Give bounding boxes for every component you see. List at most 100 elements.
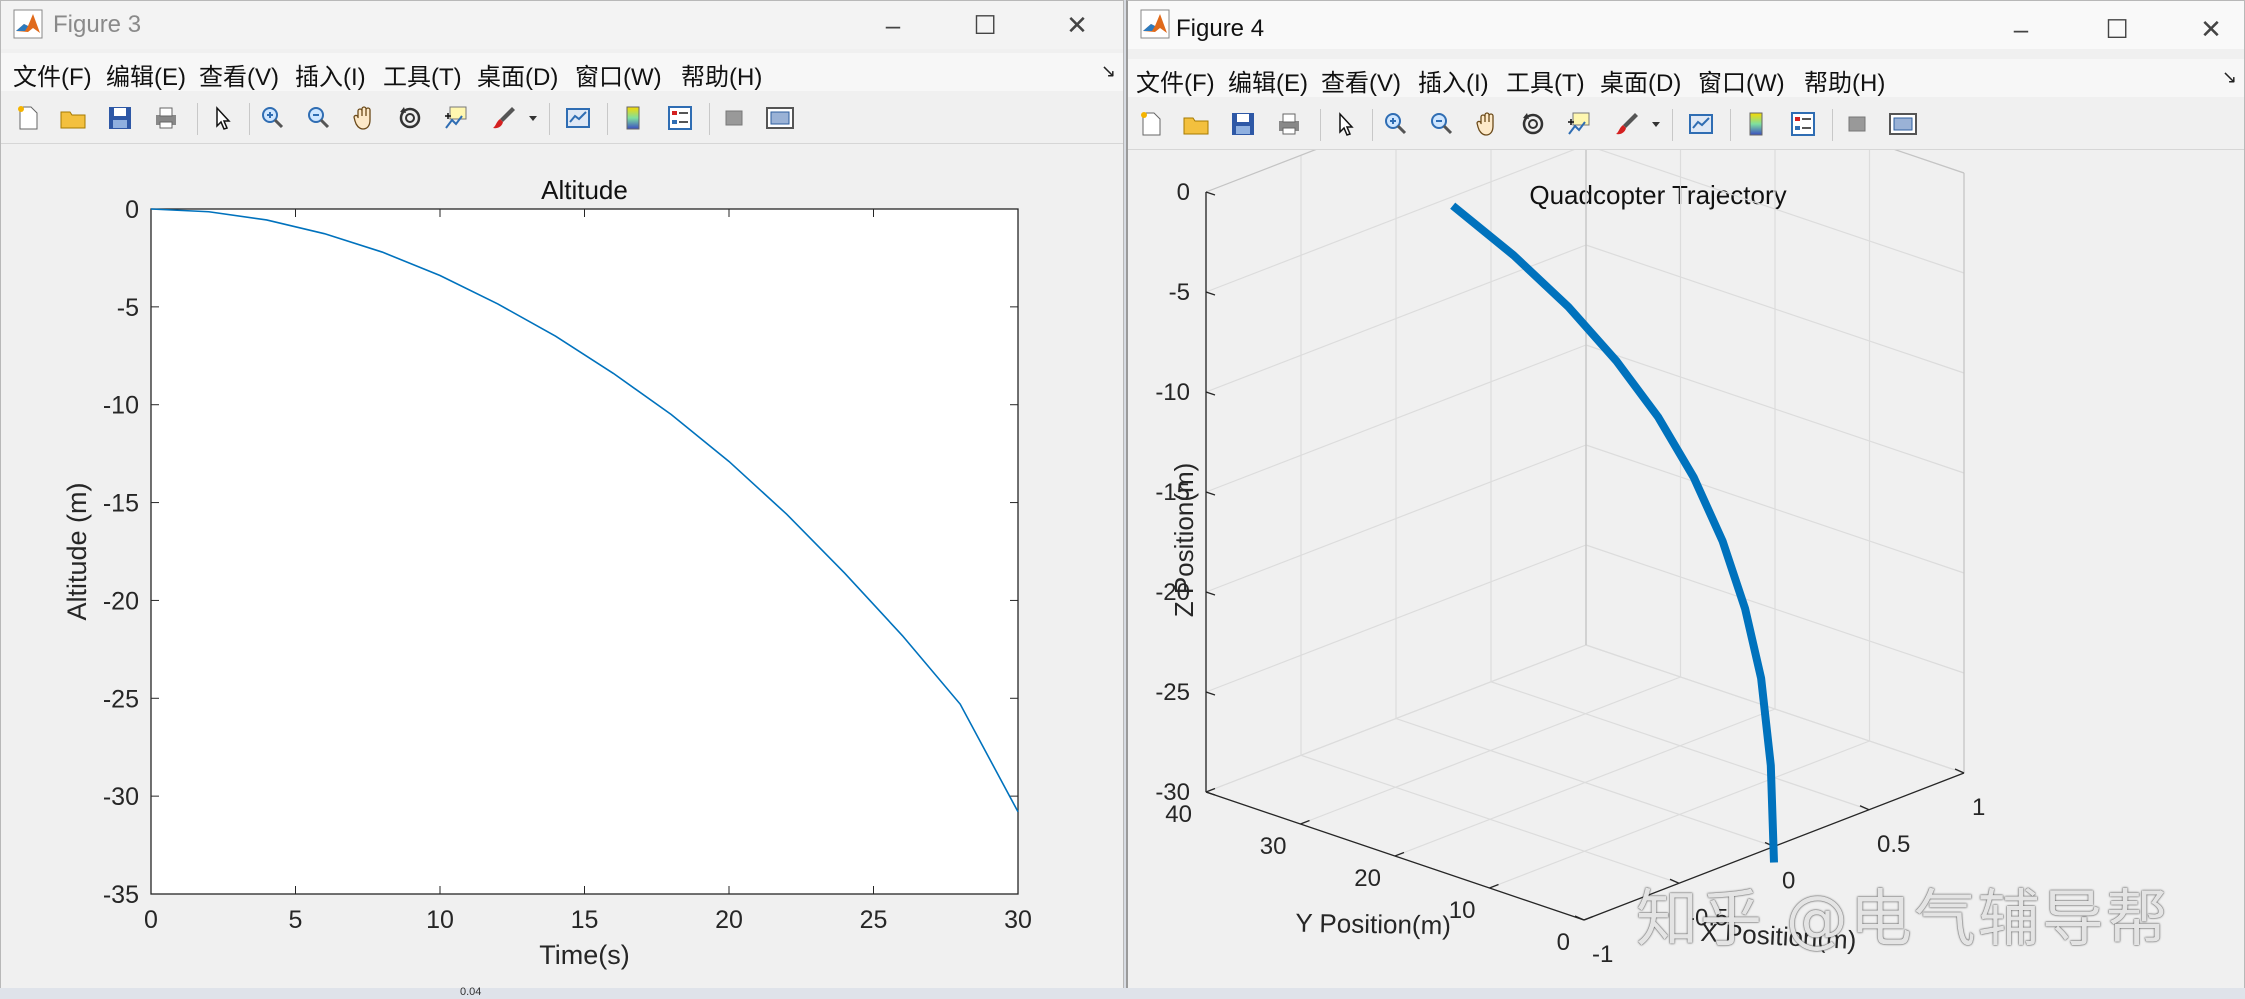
save-button[interactable]: [103, 101, 137, 135]
menu-tools[interactable]: 工具(T): [1506, 63, 1585, 98]
colorbar-button[interactable]: [1739, 107, 1773, 141]
dock-arrow-icon[interactable]: ↘: [2222, 67, 2237, 88]
menu-help[interactable]: 帮助(H): [1804, 63, 1885, 98]
dropdown-arrow-icon: [527, 112, 539, 124]
z-axis-label: Z Position(m): [1169, 463, 1199, 618]
plot-area: Quadcopter Trajectory-1-0.500.5101020304…: [1128, 150, 2244, 989]
minimize-button[interactable]: –: [866, 7, 920, 43]
hide-tools-icon: [720, 104, 748, 132]
y-axis-label: Y Position(m): [1295, 908, 1451, 941]
menu-help[interactable]: 帮助(H): [681, 57, 762, 92]
print-button[interactable]: [1272, 107, 1306, 141]
edit-plot-button[interactable]: [1328, 107, 1362, 141]
legend-icon: [1789, 110, 1817, 138]
brush-dropdown-button[interactable]: [525, 101, 541, 135]
dropdown-arrow-icon: [1650, 118, 1662, 130]
y-tick-label: -20: [103, 587, 139, 615]
maximize-button[interactable]: ☐: [958, 7, 1012, 43]
y-tick-label: -10: [103, 392, 139, 420]
brush-button[interactable]: [487, 101, 521, 135]
menu-insert[interactable]: 插入(I): [295, 57, 366, 92]
zoom-in-button[interactable]: [255, 101, 289, 135]
link-plot-button[interactable]: [1684, 107, 1718, 141]
show-plot-tools-button[interactable]: [763, 101, 797, 135]
menu-desktop[interactable]: 桌面(D): [1600, 63, 1681, 98]
legend-button[interactable]: [663, 101, 697, 135]
z-tick: [1206, 292, 1215, 295]
data-cursor-button[interactable]: [439, 101, 473, 135]
brush-icon: [490, 104, 518, 132]
grid-line: [1301, 677, 1681, 824]
new-figure-button[interactable]: [1134, 107, 1168, 141]
background-fragment-text: 0.04: [460, 986, 481, 998]
figure-4-window: Figure 4 – ☐ ✕ 文件(F) 编辑(E) 查看(V) 插入(I) 工…: [1126, 0, 2245, 990]
menu-window[interactable]: 窗口(W): [575, 57, 662, 92]
menu-file[interactable]: 文件(F): [1136, 63, 1215, 98]
print-button[interactable]: [149, 101, 183, 135]
menu-bar: 文件(F) 编辑(E) 查看(V) 插入(I) 工具(T) 桌面(D) 窗口(W…: [1, 53, 1123, 91]
rotate-3d-button[interactable]: [1516, 107, 1550, 141]
y-tick-label: 20: [1354, 865, 1381, 892]
title-bar[interactable]: Figure 3 – ☐ ✕: [1, 1, 1123, 49]
y-tick: [1206, 789, 1215, 793]
menu-edit[interactable]: 编辑(E): [1228, 63, 1308, 98]
trajectory-line: [1453, 206, 1774, 863]
x-tick-label: 5: [289, 906, 303, 934]
rotate-3d-button[interactable]: [393, 101, 427, 135]
menu-window[interactable]: 窗口(W): [1698, 63, 1785, 98]
data-tip-icon: [1565, 110, 1593, 138]
y-tick-label: 0: [125, 196, 139, 224]
y-tick: [1301, 821, 1310, 825]
x-tick-label: 0: [144, 906, 158, 934]
brush-button[interactable]: [1610, 107, 1644, 141]
save-button[interactable]: [1226, 107, 1260, 141]
grid-line: [1490, 741, 1870, 888]
brush-dropdown-button[interactable]: [1648, 107, 1664, 141]
new-figure-button[interactable]: [11, 101, 45, 135]
menu-view[interactable]: 查看(V): [1321, 63, 1401, 98]
show-plot-tools-button[interactable]: [1886, 107, 1920, 141]
toolbar: [1128, 99, 2244, 150]
zoom-out-button[interactable]: [1424, 107, 1458, 141]
data-cursor-button[interactable]: [1562, 107, 1596, 141]
pan-button[interactable]: [1470, 107, 1504, 141]
trajectory-3d-chart[interactable]: Quadcopter Trajectory-1-0.500.5101020304…: [1128, 150, 2245, 990]
watermark-text: 知乎 @电气辅导帮: [1636, 868, 2170, 958]
edit-plot-button[interactable]: [205, 101, 239, 135]
new-file-icon: [1137, 110, 1165, 138]
menu-edit[interactable]: 编辑(E): [106, 57, 186, 92]
menu-view[interactable]: 查看(V): [199, 57, 279, 92]
pan-button[interactable]: [347, 101, 381, 135]
open-file-button[interactable]: [56, 101, 90, 135]
link-plot-button[interactable]: [561, 101, 595, 135]
toolbar-separator: [249, 103, 250, 135]
dock-arrow-icon[interactable]: ↘: [1101, 61, 1116, 82]
colorbar-button[interactable]: [616, 101, 650, 135]
menu-desktop[interactable]: 桌面(D): [477, 57, 558, 92]
hide-plot-tools-button[interactable]: [717, 101, 751, 135]
menu-tools[interactable]: 工具(T): [383, 57, 462, 92]
menu-file[interactable]: 文件(F): [13, 57, 92, 92]
print-icon: [152, 104, 180, 132]
rotate-icon: [396, 104, 424, 132]
zoom-in-button[interactable]: [1378, 107, 1412, 141]
zoom-out-button[interactable]: [301, 101, 335, 135]
menu-insert[interactable]: 插入(I): [1418, 63, 1489, 98]
toolbar-separator: [1730, 109, 1731, 141]
window-title: Figure 3: [53, 11, 141, 39]
chart-title: Altitude: [541, 175, 628, 205]
x-tick-label: 30: [1004, 906, 1032, 934]
title-bar[interactable]: Figure 4 – ☐ ✕: [1128, 1, 2244, 49]
close-button[interactable]: ✕: [2184, 11, 2238, 47]
close-button[interactable]: ✕: [1050, 7, 1104, 43]
legend-button[interactable]: [1786, 107, 1820, 141]
toolbar-separator: [197, 103, 198, 135]
altitude-chart[interactable]: 0510152025300-5-10-15-20-25-30-35Altitud…: [1, 144, 1123, 990]
hide-plot-tools-button[interactable]: [1840, 107, 1874, 141]
maximize-button[interactable]: ☐: [2090, 11, 2144, 47]
open-file-button[interactable]: [1179, 107, 1213, 141]
matlab-icon: [13, 9, 43, 39]
minimize-button[interactable]: –: [1994, 11, 2048, 47]
figure-3-window: Figure 3 – ☐ ✕ 文件(F) 编辑(E) 查看(V) 插入(I) 工…: [0, 0, 1124, 990]
chart-title: Quadcopter Trajectory: [1529, 180, 1786, 210]
